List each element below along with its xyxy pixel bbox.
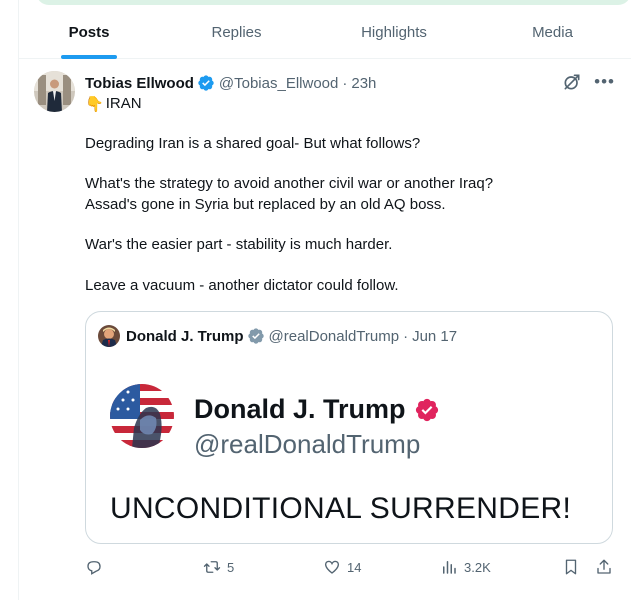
tab-media[interactable]: Media (474, 6, 631, 59)
tweet-actions: 5 14 3.2K (85, 557, 625, 577)
verified-badge-icon (247, 328, 264, 344)
views-count: 3.2K (464, 559, 491, 575)
tab-replies[interactable]: Replies (159, 6, 314, 59)
tab-replies-label: Replies (211, 24, 262, 41)
repost-count: 5 (227, 559, 235, 575)
tweet-line: 👇 IRAN (85, 94, 605, 114)
tweet-header: Tobias Ellwood @Tobias_Ellwood · 23h (85, 72, 376, 94)
verified-badge-icon (198, 75, 214, 91)
tab-media-label: Media (532, 24, 573, 41)
author-handle[interactable]: @Tobias_Ellwood (219, 75, 338, 92)
share-icon (597, 559, 611, 574)
image-avatar (110, 384, 174, 448)
tab-highlights[interactable]: Highlights (314, 6, 474, 59)
quoted-author-avatar (98, 325, 120, 347)
share-button[interactable] (595, 557, 613, 577)
quoted-tweet-date: Jun 17 (412, 327, 458, 345)
tweet-text: 👇 IRAN Degrading Iran is a shared goal- … (85, 94, 605, 296)
tweet-line: Leave a vacuum - another dictator could … (85, 277, 399, 294)
author-name[interactable]: Tobias Ellwood (85, 75, 194, 92)
bookmark-button[interactable] (562, 557, 580, 577)
heart-icon (324, 560, 340, 574)
like-button[interactable]: 14 (323, 557, 361, 577)
image-handle: @realDonaldTrump (194, 429, 421, 459)
separator-dot: · (342, 74, 348, 92)
reply-icon (87, 561, 101, 575)
tweet-line: What's the strategy to avoid another civ… (85, 175, 494, 192)
tab-posts[interactable]: Posts (19, 6, 159, 59)
author-avatar[interactable] (34, 71, 75, 112)
tweet-header-actions: ••• (562, 72, 615, 92)
repost-button[interactable]: 5 (203, 557, 234, 577)
image-name: Donald J. Trump (194, 394, 406, 424)
repost-icon (203, 561, 221, 573)
tweet-line: Assad's gone in Syria but replaced by an… (85, 196, 446, 213)
reply-button[interactable] (85, 557, 103, 577)
tweet-line: Degrading Iran is a shared goal- But wha… (85, 135, 421, 152)
quoted-tweet[interactable]: Donald J. Trump @realDonaldTrump · Jun 1… (85, 311, 613, 544)
tweet-line: War's the easier part - stability is muc… (85, 236, 393, 253)
active-tab-indicator (61, 55, 117, 59)
quoted-tweet-image[interactable]: Donald J. Trump @realDonaldTrump UNCONDI… (86, 356, 612, 543)
bookmark-icon (565, 559, 577, 575)
tweet-timestamp[interactable]: 23h (351, 75, 376, 92)
quoted-tweet-header: Donald J. Trump @realDonaldTrump · Jun 1… (98, 325, 457, 347)
more-dots-icon[interactable]: ••• (594, 73, 615, 90)
analytics-icon (443, 561, 456, 574)
separator-dot: · (403, 327, 409, 345)
tab-highlights-label: Highlights (361, 24, 427, 41)
like-count: 14 (347, 559, 362, 575)
tweet-line-text: IRAN (105, 95, 142, 112)
pointing-down-emoji-icon: 👇 (85, 95, 104, 113)
verified-badge-icon (415, 398, 438, 421)
grok-icon[interactable] (562, 72, 582, 92)
quoted-author-handle: @realDonaldTrump (268, 327, 400, 345)
image-name-text: Donald J. Trump (194, 394, 440, 425)
tweet[interactable]: Tobias Ellwood @Tobias_Ellwood · 23h •••… (19, 60, 631, 600)
tab-posts-label: Posts (68, 24, 110, 41)
views-button[interactable]: 3.2K (440, 557, 491, 577)
quoted-author-name: Donald J. Trump (126, 327, 244, 345)
image-headline: UNCONDITIONAL SURRENDER! (110, 492, 572, 525)
profile-tabs: Posts Replies Highlights Media (19, 6, 631, 59)
